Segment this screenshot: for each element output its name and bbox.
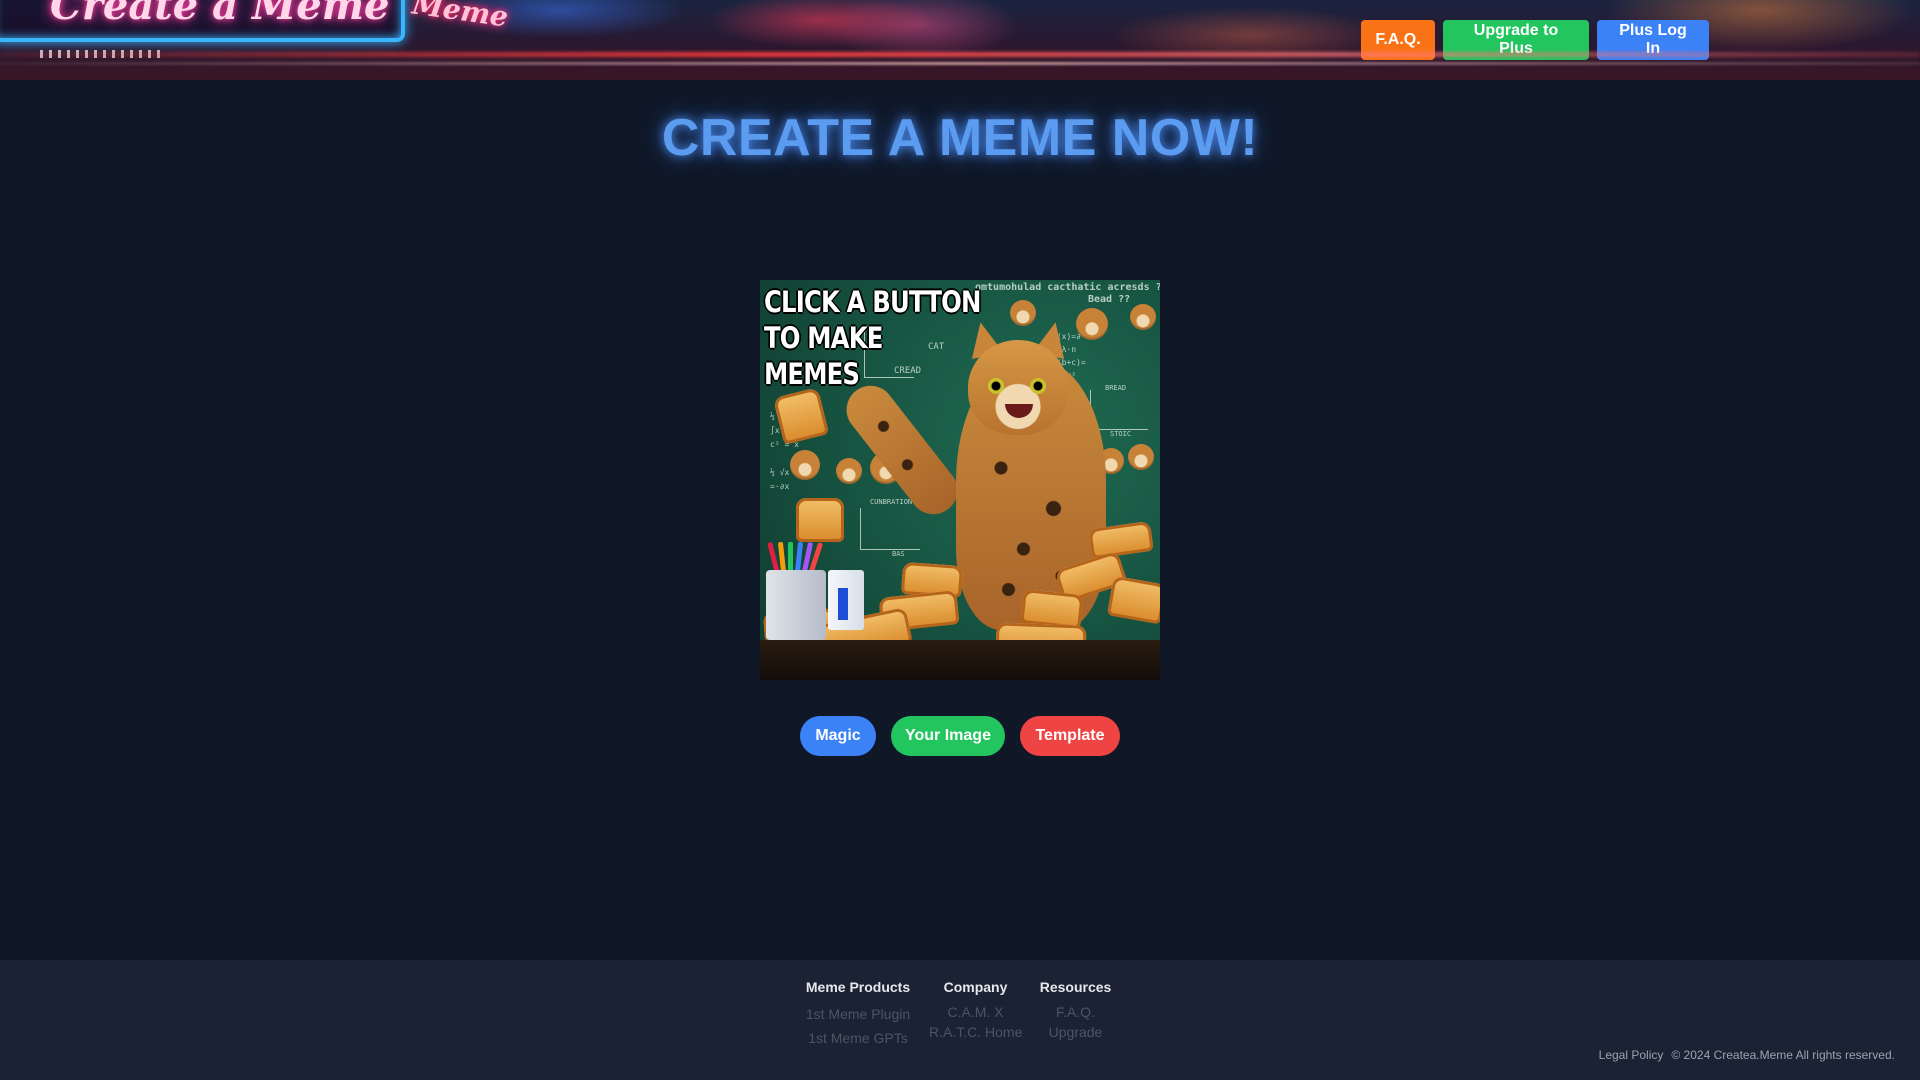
faq-button[interactable]: F.A.Q. [1361, 20, 1435, 60]
footer-link-ratc-home[interactable]: R.A.T.C. Home [929, 1022, 1022, 1042]
footer-heading: Resources [1039, 979, 1112, 995]
cat-eye [988, 378, 1004, 394]
magic-button[interactable]: Magic [800, 716, 876, 756]
mini-cat-face [1130, 304, 1156, 330]
cat-head [968, 340, 1068, 435]
your-image-button[interactable]: Your Image [891, 716, 1005, 756]
footer-link-faq[interactable]: F.A.Q. [1038, 1002, 1113, 1022]
chalk-text-bead: Bead ?? [1088, 294, 1131, 305]
header-banner: Create a Meme Meme F.A.Q. Upgrade to Plu… [0, 0, 1920, 80]
pencil-cup [766, 570, 826, 640]
paper-cup [828, 570, 864, 630]
banner-neon-sign: Create a Meme [50, 0, 390, 29]
footer-heading: Meme Products [805, 979, 911, 995]
chalk-text-top: omtumohulad cacthatic acresds ? [975, 282, 1160, 293]
page-title: CREATE A MEME NOW! [661, 109, 1259, 167]
chalk-graph-2 [1090, 390, 1148, 430]
footer-link-camx[interactable]: C.A.M. X [929, 1002, 1022, 1022]
meme-actions: Magic Your Image Template [0, 716, 1920, 756]
footer-col-resources: Resources F.A.Q. Upgrade [1038, 978, 1113, 1050]
banner-neon-sign-secondary: Meme [410, 0, 511, 34]
template-button[interactable]: Template [1020, 716, 1120, 756]
mini-cat-face [790, 450, 820, 480]
meme-caption: CLICK A BUTTON TO MAKE MEMES [764, 285, 981, 391]
mini-cat-face [1010, 300, 1036, 326]
meme-preview-image: omtumohulad cacthatic acresds ? Bead ?? … [760, 280, 1160, 680]
desk [760, 640, 1160, 680]
top-nav: F.A.Q. Upgrade to Plus Plus Log In [1361, 20, 1709, 60]
footer-link-upgrade[interactable]: Upgrade [1038, 1022, 1113, 1042]
footer-link-meme-gpts[interactable]: 1st Meme GPTs [803, 1026, 913, 1050]
mini-cat-face [1128, 444, 1154, 470]
chalk-text-stoic: STOIC [1110, 430, 1132, 438]
footer-columns: Meme Products 1st Meme Plugin 1st Meme G… [0, 978, 1920, 1050]
footer-heading: Company [943, 979, 1008, 995]
copyright-text: © 2024 Createa.Meme All rights reserved. [1671, 1048, 1895, 1062]
chalk-graph-3 [860, 508, 920, 550]
footer: Meme Products 1st Meme Plugin 1st Meme G… [0, 960, 1920, 1080]
chalk-text-bas: BAS [892, 550, 905, 558]
footer-link-meme-plugin[interactable]: 1st Meme Plugin [803, 1002, 913, 1026]
mini-cat-face [1076, 308, 1108, 340]
plus-login-button[interactable]: Plus Log In [1597, 20, 1709, 60]
cat-eye [1030, 378, 1046, 394]
bread-slice [796, 498, 844, 542]
footer-legal: Legal Policy © 2024 Createa.Meme All righ… [1599, 1048, 1895, 1062]
banner-lights [40, 50, 160, 58]
banner-light-trail [0, 62, 1920, 65]
legal-policy-link[interactable]: Legal Policy [1599, 1048, 1664, 1062]
mini-cat-face [836, 458, 862, 484]
chalk-text-cunbration: CUNBRATION [870, 498, 913, 506]
upgrade-to-plus-button[interactable]: Upgrade to Plus [1443, 20, 1589, 60]
bread-slice [1106, 575, 1160, 625]
footer-col-company: Company C.A.M. X R.A.T.C. Home [929, 978, 1022, 1050]
footer-col-meme-products: Meme Products 1st Meme Plugin 1st Meme G… [803, 978, 913, 1050]
